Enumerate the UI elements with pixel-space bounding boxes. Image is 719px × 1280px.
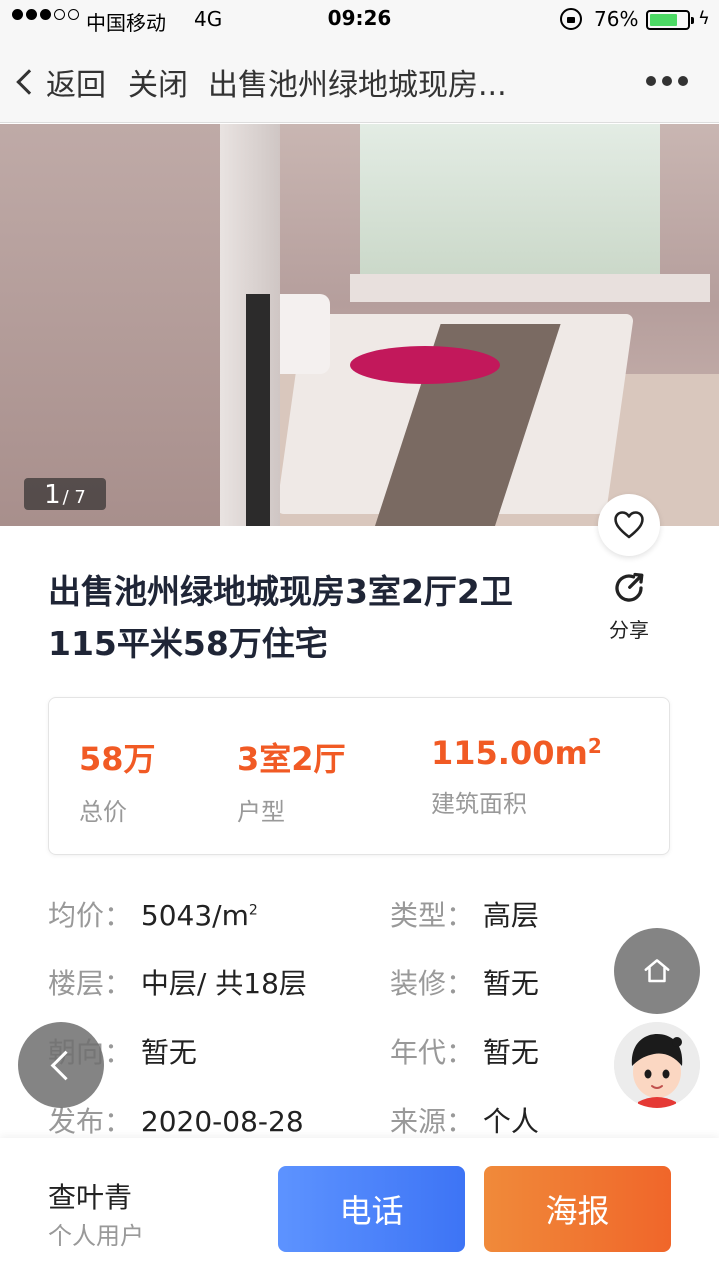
favorite-button[interactable] xyxy=(598,494,660,556)
chevron-left-icon xyxy=(16,69,42,95)
total-price-value: 58万 xyxy=(79,740,156,778)
listing-photo[interactable] xyxy=(0,124,719,526)
floating-back-button[interactable] xyxy=(18,1022,104,1108)
detail-value: 暂无 xyxy=(482,967,539,1000)
page-title: 出售池州绿地城现房... xyxy=(208,68,507,103)
total-price-label: 总价 xyxy=(79,798,127,826)
more-dots-icon xyxy=(646,76,656,86)
layout-value: 3室2厅 xyxy=(237,740,346,778)
area-item: 115.00m2 建筑面积 xyxy=(431,734,602,819)
share-button[interactable]: 分享 xyxy=(598,570,660,643)
detail-key: 装修： xyxy=(390,967,475,1000)
home-icon xyxy=(644,959,670,983)
listing-title: 出售池州绿地城现房3室2厅2卫 115平米58万住宅 xyxy=(48,566,588,670)
navigation-bar: 返回 关闭 出售池州绿地城现房... xyxy=(0,40,719,123)
detail-published: 发布： 2020-08-28 xyxy=(48,1100,304,1140)
heart-icon xyxy=(614,511,644,539)
home-button[interactable] xyxy=(614,928,700,1014)
back-button[interactable]: 返回 xyxy=(14,60,106,104)
battery-percent: 76% xyxy=(594,7,639,31)
close-button[interactable]: 关闭 xyxy=(128,60,188,104)
cartoon-avatar-icon xyxy=(614,1022,700,1108)
detail-value: 高层 xyxy=(482,899,539,932)
call-button[interactable]: 电话 xyxy=(278,1166,465,1252)
unit-price-exponent: 2 xyxy=(248,902,258,919)
agent-role: 个人用户 xyxy=(48,1222,144,1250)
detail-value: 5043/m xyxy=(140,899,249,932)
detail-key: 发布： xyxy=(48,1105,133,1138)
detail-floor: 楼层： 中层/ 共18层 xyxy=(48,962,307,1002)
detail-decoration: 装修： 暂无 xyxy=(390,962,539,1002)
detail-type: 类型： 高层 xyxy=(390,894,539,934)
status-bar: 中国移动 4G 09:26 76% ϟ xyxy=(0,0,719,40)
area-value: 115.00m xyxy=(431,734,588,772)
detail-value: 暂无 xyxy=(140,1036,197,1069)
listing-title-line2: 115平米58万住宅 xyxy=(48,624,328,663)
listing-title-line1: 出售池州绿地城现房3室2厅2卫 xyxy=(48,572,513,611)
charging-icon: ϟ xyxy=(698,8,710,29)
back-label: 返回 xyxy=(46,68,106,103)
detail-value: 暂无 xyxy=(482,1036,539,1069)
area-unit-exponent: 2 xyxy=(587,734,602,758)
more-options-button[interactable] xyxy=(646,76,688,86)
rotation-lock-icon xyxy=(560,8,582,30)
detail-value: 中层/ 共18层 xyxy=(140,967,307,1000)
area-label: 建筑面积 xyxy=(431,790,527,818)
detail-key: 年代： xyxy=(390,1036,475,1069)
detail-key: 来源： xyxy=(390,1105,475,1138)
bottom-action-bar: 查叶青 个人用户 电话 海报 xyxy=(0,1138,719,1280)
price-summary-card: 58万 总价 3室2厅 户型 115.00m2 建筑面积 xyxy=(48,697,670,855)
detail-unit-price: 均价： 5043/m2 xyxy=(48,894,258,934)
share-label: 分享 xyxy=(609,618,649,642)
battery-icon xyxy=(646,10,694,30)
detail-value: 个人 xyxy=(482,1105,539,1138)
detail-key: 楼层： xyxy=(48,967,133,1000)
share-icon xyxy=(615,572,644,602)
photo-total-count: / 7 xyxy=(62,487,86,508)
agent-name: 查叶青 xyxy=(48,1181,133,1214)
poster-button[interactable]: 海报 xyxy=(484,1166,671,1252)
layout-item: 3室2厅 户型 xyxy=(237,734,346,827)
total-price-item: 58万 总价 xyxy=(79,734,156,827)
photo-current-index: 1 xyxy=(44,480,61,510)
area-value-wrap: 115.00m2 xyxy=(431,734,602,772)
detail-year: 年代： 暂无 xyxy=(390,1031,539,1071)
detail-value: 2020-08-28 xyxy=(140,1105,304,1138)
layout-label: 户型 xyxy=(237,798,285,826)
detail-key: 类型： xyxy=(390,899,475,932)
photo-counter: 1 / 7 xyxy=(24,478,106,510)
detail-source: 来源： 个人 xyxy=(390,1100,539,1140)
detail-key: 均价： xyxy=(48,899,133,932)
customer-service-avatar[interactable] xyxy=(614,1022,700,1108)
